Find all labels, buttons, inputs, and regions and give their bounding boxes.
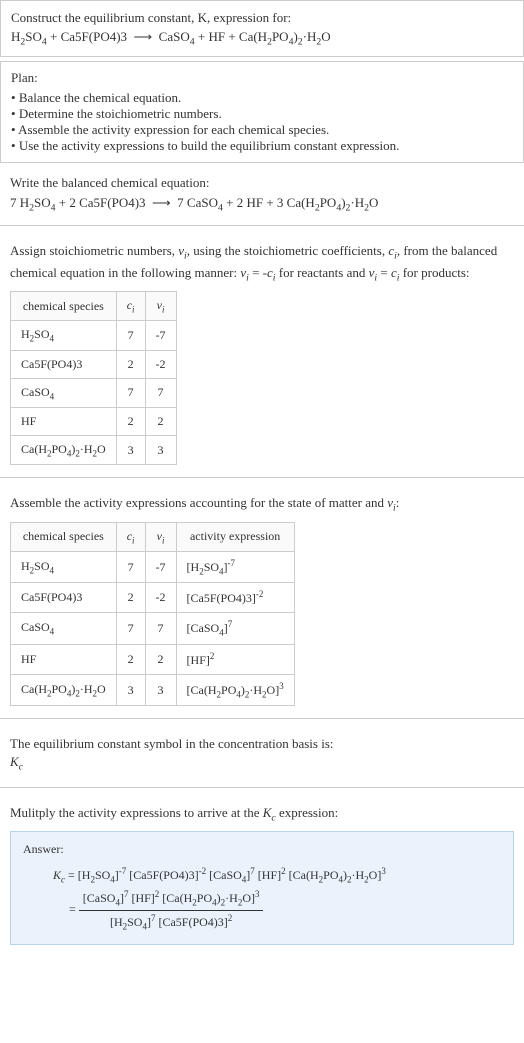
fraction: [CaSO4]7 [HF]2 [Ca(H2PO4)2·H2O]3 [H2SO4]… [79,887,264,934]
cell-species: HF [11,408,117,436]
kc-symbol-line2: Kc [10,753,514,774]
table-row: CaSO477[CaSO4]7 [11,613,295,644]
cell-v: -7 [145,552,176,583]
cell-species: H2SO4 [11,321,117,350]
kc-symbol-line1: The equilibrium constant symbol in the c… [10,735,514,753]
cell-v: 2 [145,408,176,436]
kc-expression-line2: = [CaSO4]7 [HF]2 [Ca(H2PO4)2·H2O]3 [H2SO… [23,887,501,934]
cell-c: 7 [116,321,145,350]
intro-section: Construct the equilibrium constant, K, e… [0,0,524,57]
cell-species: Ca5F(PO4)3 [11,583,117,613]
stoich-section: Assign stoichiometric numbers, νi, using… [0,234,524,469]
kc-expression-line1: Kc = [H2SO4]-7 [Ca5F(PO4)3]-2 [CaSO4]7 [… [23,863,501,888]
multiply-header: Mulitply the activity expressions to arr… [10,804,514,825]
plan-item: Assemble the activity expression for eac… [11,122,513,138]
cell-activity: [Ca(H2PO4)2·H2O]3 [176,674,294,705]
cell-species: CaSO4 [11,378,117,407]
table-row: HF22 [11,408,177,436]
cell-activity: [H2SO4]-7 [176,552,294,583]
table-row: H2SO47-7[H2SO4]-7 [11,552,295,583]
balanced-section: Write the balanced chemical equation: 7 … [0,167,524,218]
cell-c: 7 [116,378,145,407]
balanced-equation: 7 H2SO4 + 2 Ca5F(PO4)3 ⟶ 7 CaSO4 + 2 HF … [10,195,514,214]
cell-c: 3 [116,674,145,705]
plan-section: Plan: Balance the chemical equation. Det… [0,61,524,163]
plan-item: Balance the chemical equation. [11,90,513,106]
cell-v: 3 [145,674,176,705]
stoich-table: chemical species ci νi H2SO47-7 Ca5F(PO4… [10,291,177,466]
cell-v: -2 [145,350,176,378]
table-row: Ca(H2PO4)2·H2O33 [11,436,177,465]
cell-c: 2 [116,583,145,613]
cell-v: -2 [145,583,176,613]
cell-v: 7 [145,613,176,644]
cell-v: 3 [145,436,176,465]
activity-table: chemical species ci νi activity expressi… [10,522,295,707]
balanced-header: Write the balanced chemical equation: [10,175,514,191]
kc-symbol-section: The equilibrium constant symbol in the c… [0,727,524,778]
answer-box: Answer: Kc = [H2SO4]-7 [Ca5F(PO4)3]-2 [C… [10,831,514,945]
table-row: Ca5F(PO4)32-2 [11,350,177,378]
fraction-numerator: [CaSO4]7 [HF]2 [Ca(H2PO4)2·H2O]3 [79,887,264,911]
cell-c: 7 [116,613,145,644]
th-v: νi [145,522,176,551]
table-row: HF22[HF]2 [11,644,295,674]
divider [0,477,524,478]
plan-item: Use the activity expressions to build th… [11,138,513,154]
multiply-section: Mulitply the activity expressions to arr… [0,796,524,949]
th-v: νi [145,291,176,320]
cell-v: 7 [145,378,176,407]
th-c: ci [116,291,145,320]
cell-species: Ca5F(PO4)3 [11,350,117,378]
cell-c: 3 [116,436,145,465]
answer-label: Answer: [23,842,501,857]
table-row: Ca5F(PO4)32-2[Ca5F(PO4)3]-2 [11,583,295,613]
table-header-row: chemical species ci νi activity expressi… [11,522,295,551]
fraction-denominator: [H2SO4]7 [Ca5F(PO4)3]2 [79,911,264,934]
cell-v: -7 [145,321,176,350]
cell-activity: [Ca5F(PO4)3]-2 [176,583,294,613]
table-header-row: chemical species ci νi [11,291,177,320]
th-activity: activity expression [176,522,294,551]
divider [0,718,524,719]
plan-list: Balance the chemical equation. Determine… [11,90,513,154]
cell-activity: [HF]2 [176,644,294,674]
cell-species: H2SO4 [11,552,117,583]
stoich-header: Assign stoichiometric numbers, νi, using… [10,242,514,284]
th-c: ci [116,522,145,551]
table-row: H2SO47-7 [11,321,177,350]
cell-c: 2 [116,408,145,436]
cell-c: 2 [116,644,145,674]
cell-v: 2 [145,644,176,674]
cell-species: Ca(H2PO4)2·H2O [11,436,117,465]
activity-header: Assemble the activity expressions accoun… [10,494,514,515]
plan-header: Plan: [11,70,513,86]
cell-species: Ca(H2PO4)2·H2O [11,674,117,705]
intro-equation: H2SO4 + Ca5F(PO4)3 ⟶ CaSO4 + HF + Ca(H2P… [11,29,513,48]
th-species: chemical species [11,522,117,551]
cell-c: 7 [116,552,145,583]
intro-prompt: Construct the equilibrium constant, K, e… [11,9,513,27]
cell-species: CaSO4 [11,613,117,644]
intro-prompt-text: Construct the equilibrium constant, K, e… [11,10,291,25]
divider [0,787,524,788]
table-row: Ca(H2PO4)2·H2O33[Ca(H2PO4)2·H2O]3 [11,674,295,705]
plan-item: Determine the stoichiometric numbers. [11,106,513,122]
cell-species: HF [11,644,117,674]
table-row: CaSO477 [11,378,177,407]
activity-section: Assemble the activity expressions accoun… [0,486,524,710]
cell-c: 2 [116,350,145,378]
cell-activity: [CaSO4]7 [176,613,294,644]
th-species: chemical species [11,291,117,320]
divider [0,225,524,226]
